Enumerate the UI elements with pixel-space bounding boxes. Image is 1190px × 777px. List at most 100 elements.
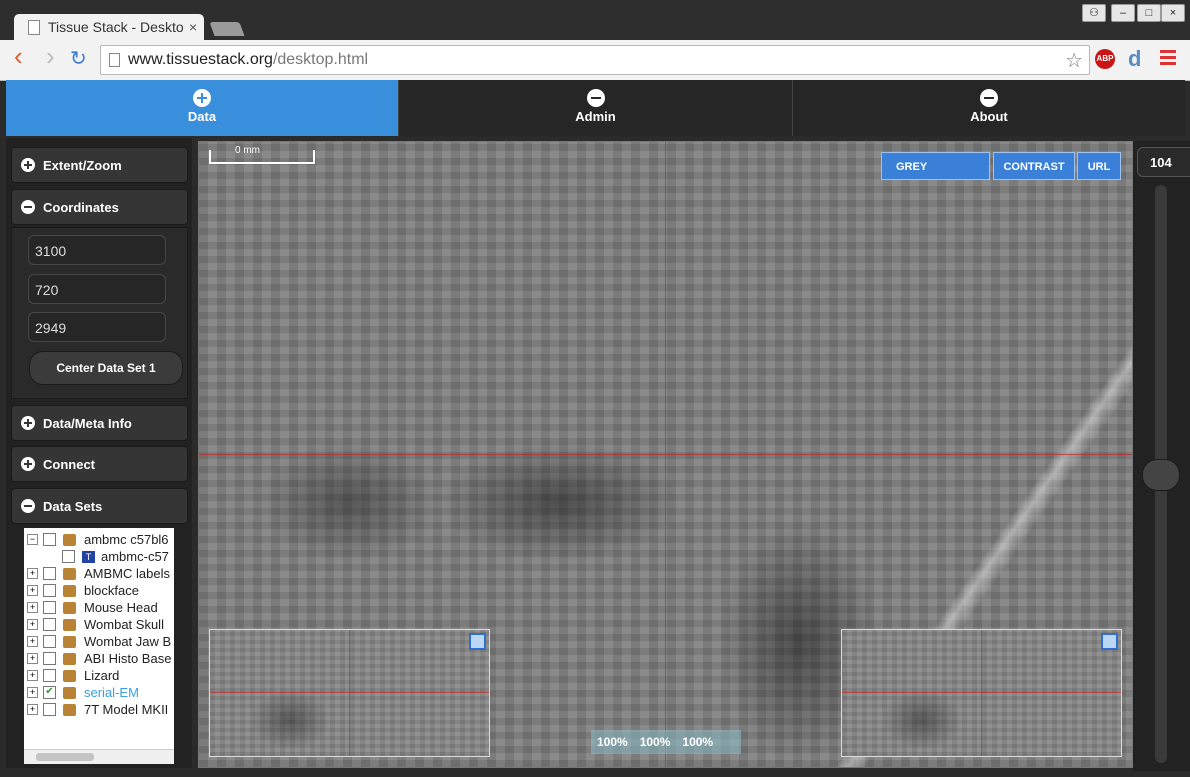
swap-view-icon[interactable] [469,633,486,650]
tree-item[interactable]: + Wombat Skull [24,616,174,633]
dataset-checkbox[interactable] [62,550,75,563]
accordion-label: Coordinates [43,199,119,215]
expand-icon[interactable]: + [27,602,38,613]
tree-item[interactable]: + ABI Histo Base [24,650,174,667]
minimize-button[interactable]: – [1111,4,1135,22]
plus-icon [193,89,211,107]
dataset-checkbox[interactable] [43,567,56,580]
accordion-coordinates[interactable]: Coordinates [11,189,188,225]
dataset-checkbox[interactable] [43,669,56,682]
url-path: /desktop.html [272,51,369,68]
page-icon [109,53,120,67]
tree-item[interactable]: T ambmc-c57 [24,548,174,565]
center-data-set-button[interactable]: Center Data Set 1 [29,351,183,385]
tree-item-label: 7T Model MKII [84,702,169,717]
browser-menu-icon[interactable] [1160,50,1176,68]
swap-view-icon[interactable] [1101,633,1118,650]
tree-item-label: serial-EM [84,685,139,700]
tree-item[interactable]: + AMBMC labels [24,565,174,582]
coord-z-input[interactable]: 2949 [28,312,166,342]
dataset-checkbox[interactable] [43,533,56,546]
expand-icon[interactable]: + [27,585,38,596]
dataset-checkbox[interactable] [43,703,56,716]
folder-icon [63,601,76,614]
back-icon[interactable]: ‹ [14,43,23,69]
url-button[interactable]: URL [1077,152,1121,180]
app-nav: Data Admin About [6,80,1185,136]
address-bar[interactable]: www.tissuestack.org /desktop.html ☆ [100,45,1090,75]
dataset-checkbox[interactable] [43,652,56,665]
folder-icon [63,703,76,716]
user-icon[interactable]: ⚇ [1082,4,1106,22]
coord-y-input[interactable]: 720 [28,274,166,304]
zoom-level: 100% [597,735,628,749]
url-host: www.tissuestack.org [128,51,273,68]
accordion-connect[interactable]: Connect [11,446,188,482]
document-icon: T [82,550,95,563]
image-viewer[interactable]: 0 mm GREY CONTRAST URL 100% 100% 100% [198,141,1133,768]
adblock-icon[interactable]: ABP [1095,49,1115,69]
reload-icon[interactable]: ↻ [70,48,87,70]
expand-icon[interactable]: + [27,619,38,630]
accordion-label: Data/Meta Info [43,415,132,431]
dataset-checkbox-checked[interactable]: ✔ [43,686,56,699]
tree-item-selected[interactable]: + ✔ serial-EM [24,684,174,701]
slice-number[interactable]: 104 [1137,147,1190,177]
tree-item-label: ABI Histo Base [84,651,172,666]
tree-horizontal-scrollbar[interactable] [24,749,174,764]
collapse-icon[interactable]: − [27,534,38,545]
minus-icon [21,499,35,513]
dataset-checkbox[interactable] [43,601,56,614]
dataset-checkbox[interactable] [43,584,56,597]
tab-admin[interactable]: Admin [399,80,793,136]
forward-icon[interactable]: › [46,43,55,69]
tree-item[interactable]: + 7T Model MKII [24,701,174,718]
tree-item-label: Mouse Head [84,600,158,615]
tree-item-label: ambmc-c57 [101,549,169,564]
tree-item[interactable]: + Mouse Head [24,599,174,616]
minimap-right[interactable] [841,629,1122,757]
extension-d-icon[interactable]: d [1128,46,1141,72]
plus-icon [21,457,35,471]
expand-icon[interactable]: + [27,653,38,664]
new-tab-button[interactable] [209,22,245,36]
grey-button[interactable]: GREY [881,152,990,180]
expand-icon[interactable]: + [27,568,38,579]
accordion-label: Data Sets [43,498,103,514]
plus-icon [21,158,35,172]
crosshair-horizontal [199,454,1132,455]
tree-item[interactable]: + Wombat Jaw B [24,633,174,650]
tab-about-label: About [970,109,1008,124]
accordion-label: Extent/Zoom [43,157,122,173]
browser-tab[interactable]: Tissue Stack - Desktop × [14,14,204,40]
bookmark-star-icon[interactable]: ☆ [1065,48,1083,73]
folder-icon [63,635,76,648]
expand-icon[interactable]: + [27,687,38,698]
contrast-button[interactable]: CONTRAST [993,152,1075,180]
accordion-data-sets[interactable]: Data Sets [11,488,188,524]
tab-close-icon[interactable]: × [189,19,197,35]
tree-item-label: AMBMC labels [84,566,170,581]
tree-item[interactable]: − ambmc c57bl6 [24,531,174,548]
dataset-checkbox[interactable] [43,635,56,648]
expand-icon[interactable]: + [27,670,38,681]
close-window-button[interactable]: × [1161,4,1185,22]
accordion-extent-zoom[interactable]: Extent/Zoom [11,147,188,183]
expand-icon[interactable]: + [27,636,38,647]
tree-item[interactable]: + blockface [24,582,174,599]
folder-icon [63,618,76,631]
expand-icon[interactable]: + [27,704,38,715]
plus-icon [21,416,35,430]
slice-slider-handle[interactable] [1142,459,1180,491]
folder-icon [63,686,76,699]
maximize-button[interactable]: □ [1137,4,1161,22]
minimap-left[interactable] [209,629,490,757]
tree-item[interactable]: + Lizard [24,667,174,684]
accordion-data-meta-info[interactable]: Data/Meta Info [11,405,188,441]
dataset-checkbox[interactable] [43,618,56,631]
minus-icon [21,200,35,214]
tab-about[interactable]: About [793,80,1185,136]
tab-data[interactable]: Data [6,80,399,136]
tab-title: Tissue Stack - Desktop [48,19,183,35]
coord-x-input[interactable]: 3100 [28,235,166,265]
